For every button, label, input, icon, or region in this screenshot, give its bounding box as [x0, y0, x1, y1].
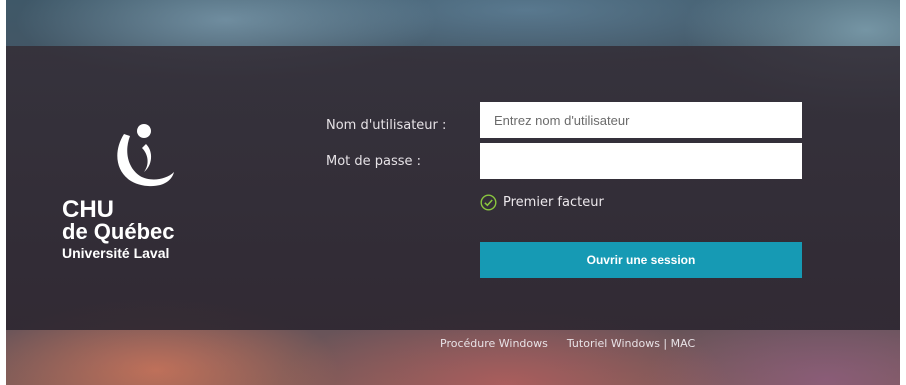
background: CHU de Québec Université Laval Nom d'uti…: [6, 0, 900, 385]
first-factor-label: Premier facteur: [503, 194, 604, 210]
footer-links: Procédure Windows Tutoriel Windows | MAC: [440, 337, 695, 350]
logo-figure-icon: [117, 124, 174, 187]
password-label: Mot de passe :: [326, 154, 422, 169]
open-session-button[interactable]: Ouvrir une session: [480, 242, 802, 278]
check-circle-icon: [480, 193, 497, 211]
logo-text-university: Université Laval: [62, 245, 170, 261]
tutorial-link[interactable]: Tutoriel Windows | MAC: [567, 337, 695, 350]
login-panel: CHU de Québec Université Laval Nom d'uti…: [6, 46, 900, 330]
logo-text-quebec: de Québec: [62, 219, 175, 244]
first-factor-indicator: Premier facteur: [480, 192, 604, 212]
username-input[interactable]: [480, 102, 802, 138]
password-input[interactable]: [480, 143, 802, 179]
username-label: Nom d'utilisateur :: [326, 118, 447, 133]
chu-logo: CHU de Québec Université Laval: [56, 122, 206, 262]
windows-procedure-link[interactable]: Procédure Windows: [440, 337, 548, 350]
